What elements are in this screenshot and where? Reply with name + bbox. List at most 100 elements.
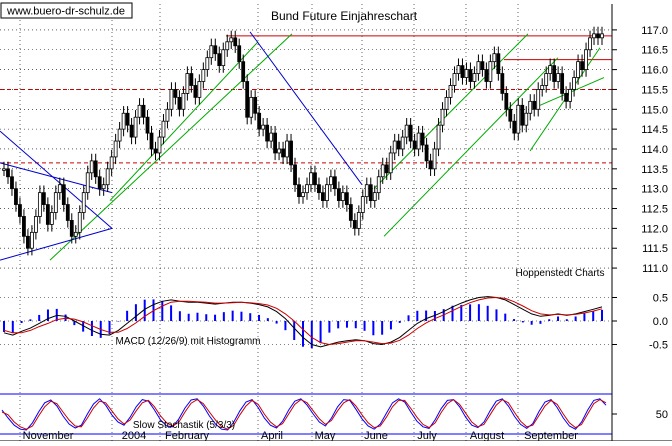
month-label: April [261, 430, 283, 441]
candle-body [133, 116, 138, 138]
price-tick-label: 117.0 [641, 25, 668, 37]
candle-body [229, 37, 234, 43]
candle-body [336, 188, 341, 201]
candle-body [452, 73, 457, 86]
candle-body [528, 100, 533, 114]
candle-body [412, 140, 417, 150]
candle-body [360, 196, 365, 213]
candle-body [257, 112, 262, 130]
candle-body [297, 184, 301, 198]
candle-body [145, 116, 150, 134]
candle-body [356, 212, 361, 229]
candle-body [592, 33, 596, 39]
candle-body [536, 89, 541, 110]
watermark-text: www.buero-dr-schulz.de [6, 6, 125, 18]
candle-body [30, 231, 34, 249]
candle-body [6, 168, 10, 178]
candle-body [448, 85, 453, 98]
candle-body [384, 164, 389, 174]
candle-body [117, 128, 122, 142]
candle-body [532, 100, 537, 110]
month-label: June [364, 430, 388, 441]
candle-body [141, 104, 146, 118]
candle-body [61, 184, 66, 205]
candle-body [348, 204, 353, 221]
candle-body [57, 184, 62, 194]
candle-body [516, 104, 521, 134]
candle-body [588, 37, 592, 51]
candle-body [484, 69, 489, 82]
candle-body [432, 148, 437, 170]
candle-body [416, 132, 421, 150]
price-tick-label: 114.5 [641, 124, 668, 136]
candle-body [93, 160, 98, 178]
price-tick-label: 112.5 [641, 204, 668, 216]
candle-body [332, 176, 337, 190]
stochastic-tick-label: 50 [656, 409, 668, 421]
candle-body [352, 220, 357, 229]
candle-body [480, 61, 485, 70]
candle-body [540, 85, 545, 90]
candle-body [189, 73, 194, 86]
candle-body [289, 140, 293, 166]
candle-body [420, 132, 425, 146]
macd-tick-label: -0.5 [649, 340, 668, 352]
price-tick-label: 113.5 [641, 164, 668, 176]
candle-body [600, 33, 604, 39]
price-tick-label: 111.5 [642, 243, 668, 255]
month-label: May [315, 430, 336, 441]
candle-body [33, 216, 38, 233]
candle-body [181, 93, 186, 110]
candle-body [285, 140, 289, 158]
candle-body [277, 148, 281, 154]
month-label: November [23, 430, 74, 441]
bund-future-chart: 117.0 116.5 116.0 115.5 115.0 114.5 114.0 113.5… [0, 0, 672, 446]
candle-body [572, 77, 576, 90]
candle-body [556, 73, 561, 82]
candle-body [424, 144, 429, 162]
candle-body [504, 93, 509, 110]
candle-body [233, 37, 238, 47]
candle-body [508, 108, 513, 122]
price-tick-label: 113.0 [641, 184, 668, 196]
candle-body [305, 184, 309, 194]
candle-body [372, 192, 377, 201]
candle-body [165, 108, 170, 122]
candle-body [273, 132, 277, 154]
candle-body [476, 61, 481, 74]
candle-body [492, 53, 497, 63]
candle-body [161, 120, 166, 138]
candle-body [45, 204, 50, 225]
macd-tick-label: 0.0 [653, 316, 668, 328]
candle-body [113, 140, 118, 158]
candle-body [125, 112, 130, 126]
candle-body [440, 108, 445, 126]
candle-body [41, 192, 46, 205]
candle-body [2, 168, 6, 171]
candle-body [576, 61, 580, 78]
candle-body [173, 89, 178, 98]
candle-body [313, 172, 317, 186]
month-label: August [470, 430, 504, 441]
candle-body [321, 192, 325, 201]
candle-body [340, 192, 345, 201]
candle-body [18, 204, 22, 217]
candle-body [205, 57, 210, 70]
candle-body [109, 156, 114, 170]
candle-body [73, 231, 78, 237]
candle-body [568, 89, 573, 102]
candle-body [464, 69, 469, 78]
price-tick-label: 115.5 [641, 84, 668, 96]
candle-body [121, 112, 126, 130]
candle-body [269, 132, 274, 142]
chart-root: 117.0 116.5 116.0 115.5 115.0 114.5 114.0 113.5… [0, 0, 672, 446]
month-label: July [417, 430, 437, 441]
candle-body [26, 235, 30, 249]
candle-body [456, 65, 461, 74]
candle-body [380, 164, 385, 178]
candle-body [10, 176, 14, 190]
candle-body [77, 212, 82, 233]
candle-body [408, 124, 413, 142]
candle-body [265, 124, 270, 142]
candle-body [69, 220, 74, 237]
